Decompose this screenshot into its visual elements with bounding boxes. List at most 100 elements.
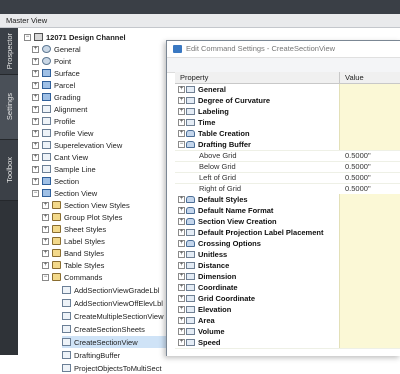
expand-icon[interactable]: + <box>42 225 49 233</box>
expand-icon[interactable]: + <box>178 273 185 280</box>
expand-icon[interactable]: + <box>32 129 39 137</box>
tab-settings[interactable]: Settings <box>0 75 18 140</box>
property-value[interactable]: 0.5000" <box>345 162 371 171</box>
property-name: Default Name Format <box>198 206 274 215</box>
property-value[interactable]: 0.5000" <box>345 151 371 160</box>
expand-icon[interactable]: + <box>178 196 185 203</box>
tree-item-profile-view[interactable]: + Profile View <box>32 127 93 139</box>
tree-item-section-view[interactable]: − Section View <box>32 187 97 199</box>
property-row[interactable]: + Speed <box>175 337 400 349</box>
tree-root[interactable]: − 12071 Design Channel <box>24 31 126 43</box>
expand-icon[interactable]: + <box>178 306 185 313</box>
expand-icon[interactable]: + <box>42 237 49 245</box>
dialog-title-bar[interactable]: Edit Command Settings - CreateSectionVie… <box>167 41 400 58</box>
app-top-bar <box>0 0 400 14</box>
expand-icon[interactable]: + <box>32 57 39 65</box>
expand-icon[interactable]: + <box>42 261 49 269</box>
expand-icon[interactable]: + <box>32 105 39 113</box>
expand-icon[interactable]: + <box>178 97 185 104</box>
expand-icon[interactable]: + <box>178 262 185 269</box>
tree-item-sample-line[interactable]: + Sample Line <box>32 163 96 175</box>
expand-icon[interactable]: + <box>178 229 185 236</box>
tree-item-section[interactable]: + Section <box>32 175 79 187</box>
property-name: Section View Creation <box>198 217 277 226</box>
expand-icon[interactable]: + <box>32 153 39 161</box>
property-name: Default Styles <box>198 195 248 204</box>
category-icon <box>186 108 195 115</box>
category-icon <box>186 229 195 236</box>
collapse-icon[interactable]: − <box>178 141 185 148</box>
expand-icon[interactable]: + <box>178 295 185 302</box>
tree-item-label: Section View <box>54 188 98 198</box>
tree-item-table-styles[interactable]: + Table Styles <box>42 259 104 271</box>
command-icon <box>62 364 71 372</box>
point-icon <box>42 57 51 65</box>
expand-icon[interactable]: + <box>42 213 49 221</box>
expand-icon[interactable]: + <box>178 317 185 324</box>
tree-item-command-selected[interactable]: CreateSectionView <box>62 336 166 348</box>
tree-item-surface[interactable]: + Surface <box>32 67 80 79</box>
expand-icon[interactable]: + <box>32 45 39 53</box>
tree-item-command[interactable]: AddSectionViewGradeLbl <box>62 284 159 296</box>
property-name: Speed <box>198 338 221 347</box>
folder-icon <box>52 225 61 233</box>
expand-icon[interactable]: + <box>178 119 185 126</box>
tree-item-group-plot-styles[interactable]: + Group Plot Styles <box>42 211 122 223</box>
tree-item-general[interactable]: + General <box>32 43 81 55</box>
tab-toolbox[interactable]: Toolbox <box>0 140 18 201</box>
expand-icon[interactable]: + <box>32 177 39 185</box>
expand-icon[interactable]: + <box>178 284 185 291</box>
tree-item-cant-view[interactable]: + Cant View <box>32 151 88 163</box>
column-divider[interactable] <box>339 72 340 83</box>
expand-icon[interactable]: + <box>32 141 39 149</box>
expand-icon[interactable]: + <box>178 130 185 137</box>
tree-item-command[interactable]: ProjectObjectsToMultiSect <box>62 362 162 374</box>
tree-item-parcel[interactable]: + Parcel <box>32 79 75 91</box>
tree-item-label: Label Styles <box>64 236 105 246</box>
tree-item-command[interactable]: CreateMultipleSectionView <box>62 310 164 322</box>
property-value[interactable]: 0.5000" <box>345 173 371 182</box>
tree-item-label: Point <box>54 56 72 66</box>
expand-icon[interactable]: + <box>42 201 49 209</box>
expand-icon[interactable]: + <box>32 69 39 77</box>
expand-icon[interactable]: + <box>178 328 185 335</box>
collapse-icon[interactable]: − <box>24 33 31 41</box>
column-property[interactable]: Property <box>180 73 208 82</box>
expand-icon[interactable]: + <box>32 81 39 89</box>
expand-icon[interactable]: + <box>178 207 185 214</box>
lock-icon <box>186 141 195 148</box>
expand-icon[interactable]: + <box>178 339 185 346</box>
expand-icon[interactable]: + <box>32 165 39 173</box>
tree-item-commands[interactable]: − Commands <box>42 271 102 283</box>
collapse-icon[interactable]: − <box>42 273 49 281</box>
tree-item-label-styles[interactable]: + Label Styles <box>42 235 105 247</box>
expand-icon[interactable]: + <box>178 86 185 93</box>
tree-item-superelevation-view[interactable]: + Superelevation View <box>32 139 122 151</box>
tree-item-command[interactable]: DraftingBuffer <box>62 349 120 361</box>
expand-icon[interactable]: + <box>32 93 39 101</box>
tree-item-command[interactable]: AddSectionViewOffElevLbl <box>62 297 163 309</box>
tree-item-command[interactable]: CreateSectionSheets <box>62 323 145 335</box>
tree-item-sheet-styles[interactable]: + Sheet Styles <box>42 223 106 235</box>
expand-icon[interactable]: + <box>42 249 49 257</box>
dialog-title: Edit Command Settings - CreateSectionVie… <box>186 44 336 53</box>
tree-item-alignment[interactable]: + Alignment <box>32 103 87 115</box>
column-value[interactable]: Value <box>345 73 364 82</box>
expand-icon[interactable]: + <box>178 240 185 247</box>
expand-icon[interactable]: + <box>32 117 39 125</box>
tree-item-section-view-styles[interactable]: + Section View Styles <box>42 199 130 211</box>
expand-icon[interactable]: + <box>178 218 185 225</box>
tree-item-point[interactable]: + Point <box>32 55 71 67</box>
tab-prospector[interactable]: Prospector <box>0 28 18 75</box>
expand-icon[interactable]: + <box>178 251 185 258</box>
expand-icon[interactable]: + <box>178 108 185 115</box>
property-name: Time <box>198 118 216 127</box>
collapse-icon[interactable]: − <box>32 189 39 197</box>
property-name: Degree of Curvature <box>198 96 271 105</box>
drawing-icon <box>34 33 43 41</box>
tree-item-profile[interactable]: + Profile <box>32 115 75 127</box>
tree-item-grading[interactable]: + Grading <box>32 91 81 103</box>
superelevation-view-icon <box>42 141 51 149</box>
property-value[interactable]: 0.5000" <box>345 184 371 193</box>
tree-item-band-styles[interactable]: + Band Styles <box>42 247 104 259</box>
